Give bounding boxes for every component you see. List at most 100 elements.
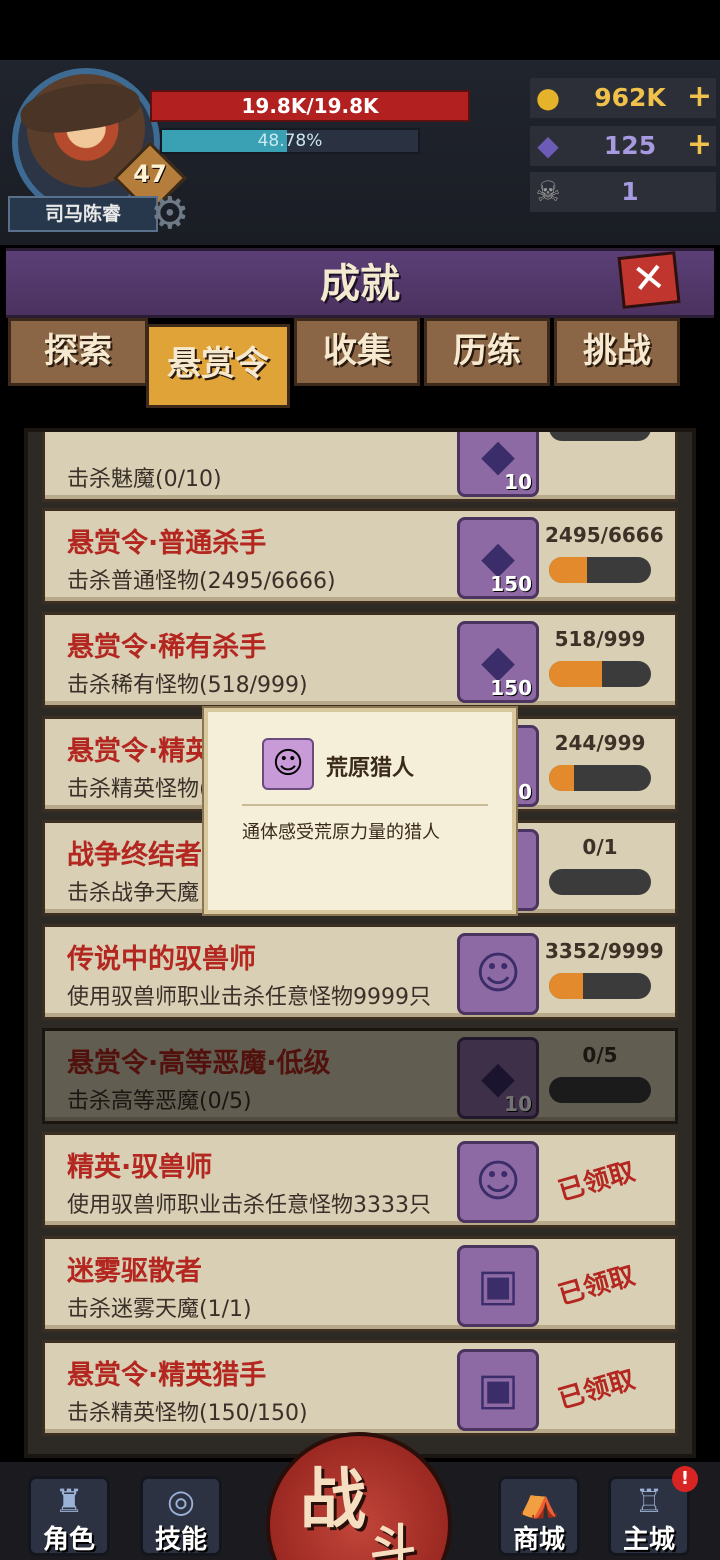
reward-box[interactable]: ▣ — [457, 1245, 539, 1327]
list-item: 悬赏令·精英猎手 击杀精英怪物(150/150) ▣ 已领取 — [42, 1340, 678, 1436]
list-item: 传说中的驭兽师 使用驭兽师职业击杀任意怪物9999只 ☺ 3352/9999 — [42, 924, 678, 1020]
list-item: 悬赏令·高等恶魔·低级 击杀高等恶魔(0/5) ◆ 10 0/5 — [42, 1028, 678, 1124]
add-gold-button[interactable]: + — [687, 78, 712, 116]
tab-training[interactable]: 历练 — [424, 318, 550, 386]
list-item: 悬赏令·稀有杀手 击杀稀有怪物(518/999) ◆ 150 518/999 — [42, 612, 678, 708]
row-title: 战争终结者 — [67, 840, 202, 871]
progress-text: 0/1 — [582, 835, 618, 859]
nav-role-button[interactable]: ♜ 角色 — [28, 1476, 110, 1556]
achievement-banner: 成就 — [6, 248, 714, 318]
row-title: 迷雾驱散者 — [67, 1256, 202, 1287]
row-title: 悬赏令·稀有杀手 — [67, 632, 267, 663]
progress-bar — [549, 1077, 651, 1103]
reward-box[interactable]: ◆ 10 — [457, 432, 539, 497]
row-desc: 击杀战争天魔 — [67, 881, 200, 906]
gold-coin-icon: ● — [535, 81, 561, 114]
row-title: 悬赏令·普通杀手 — [67, 528, 267, 559]
reward-tooltip: ☺ 荒原猎人 通体感受荒原力量的猎人 — [204, 708, 516, 914]
gold-value: 962K — [594, 83, 666, 112]
list-item: 悬赏令·普通杀手 击杀普通怪物(2495/6666) ◆ 150 2495/66… — [42, 508, 678, 604]
row-desc: 击杀魅魔(0/10) — [67, 467, 222, 492]
alert-badge: ! — [672, 1466, 698, 1492]
claimed-stamp: 已领取 — [555, 1260, 639, 1312]
gem-resource: ◆ 125 + — [530, 126, 716, 166]
progress-fill — [549, 557, 588, 583]
row-title: 精英·驭兽师 — [67, 1152, 213, 1183]
exp-text: 48.78% — [257, 131, 323, 151]
character-portrait-icon: ☺ — [475, 948, 521, 999]
progress-fill — [549, 973, 584, 999]
progress-bar — [549, 973, 651, 999]
achievement-list[interactable]: 击杀魅魔(0/10) ◆ 10 悬赏令·普通杀手 击杀普通怪物(2495/666… — [24, 428, 696, 1458]
treasure-chest-icon: ▣ — [477, 1260, 519, 1311]
row-desc: 使用驭兽师职业击杀任意怪物3333只 — [67, 1193, 431, 1218]
progress-text: 2495/6666 — [545, 523, 664, 547]
tab-bounty[interactable]: 悬赏令 — [146, 324, 290, 408]
list-item: 迷雾驱散者 击杀迷雾天魔(1/1) ▣ 已领取 — [42, 1236, 678, 1332]
claimed-stamp: 已领取 — [555, 1156, 639, 1208]
progress-bar — [549, 557, 651, 583]
tooltip-divider — [242, 804, 488, 806]
character-portrait-icon: ☺ — [262, 738, 314, 790]
nav-role-label: 角色 — [42, 1525, 95, 1555]
ram-skull-icon: ☠ — [535, 175, 561, 208]
gem-value: 125 — [603, 131, 657, 160]
reward-box[interactable]: ◆ 150 — [457, 517, 539, 599]
row-title: 悬赏令·高等恶魔·低级 — [67, 1048, 331, 1079]
close-button[interactable]: ✕ — [617, 251, 681, 309]
nav-shop-label: 商城 — [512, 1525, 565, 1555]
row-desc: 使用驭兽师职业击杀任意怪物9999只 — [67, 985, 431, 1010]
list-item: 击杀魅魔(0/10) ◆ 10 — [42, 432, 678, 502]
row-title: 悬赏令·精英 — [67, 736, 213, 767]
character-portrait-icon: ☺ — [475, 1156, 521, 1207]
exp-bar: 48.78% — [160, 128, 420, 154]
progress-bar — [549, 765, 651, 791]
window-title: 成就 — [320, 261, 400, 307]
skull-value: 1 — [621, 177, 639, 206]
tab-explore[interactable]: 探索 — [8, 318, 148, 386]
status-bar — [0, 0, 720, 60]
nav-shop-button[interactable]: ⛺ 商城 — [498, 1476, 580, 1556]
battle-label-1: 战 — [300, 1461, 366, 1538]
skull-resource: ☠ 1 — [530, 172, 716, 212]
swirl-icon: ◎ — [167, 1482, 195, 1520]
gold-resource: ● 962K + — [530, 78, 716, 118]
row-desc: 击杀普通怪物(2495/6666) — [67, 569, 336, 594]
player-name: 司马陈睿 — [8, 196, 158, 232]
progress-text: 518/999 — [554, 627, 646, 651]
row-title: 悬赏令·精英猎手 — [67, 1360, 267, 1391]
row-desc: 击杀稀有怪物(518/999) — [67, 673, 308, 698]
row-desc: 击杀高等恶魔(0/5) — [67, 1089, 252, 1114]
hp-bar: 19.8K/19.8K — [150, 90, 470, 122]
reward-box[interactable]: ◆ 150 — [457, 621, 539, 703]
row-desc: 击杀精英怪物(150/150) — [67, 1401, 308, 1426]
tab-challenge[interactable]: 挑战 — [554, 318, 680, 386]
nav-skill-label: 技能 — [154, 1525, 207, 1555]
tab-collect[interactable]: 收集 — [294, 318, 420, 386]
purple-crystal-icon: ◆ — [537, 129, 559, 162]
reward-count: 150 — [490, 676, 532, 700]
reward-count: 10 — [504, 1092, 532, 1116]
player-level: 47 — [133, 160, 167, 188]
row-desc: 击杀精英怪物( — [67, 777, 208, 802]
progress-fill — [549, 661, 602, 687]
progress-fill — [549, 765, 574, 791]
list-item: 精英·驭兽师 使用驭兽师职业击杀任意怪物3333只 ☺ 已领取 — [42, 1132, 678, 1228]
progress-bar — [549, 869, 651, 895]
reward-box[interactable]: ☺ — [457, 1141, 539, 1223]
tooltip-desc: 通体感受荒原力量的猎人 — [242, 822, 440, 843]
helmet-icon: ♜ — [54, 1482, 84, 1520]
reward-box[interactable]: ▣ — [457, 1349, 539, 1431]
reward-count: 10 — [504, 470, 532, 494]
reward-box[interactable]: ☺ — [457, 933, 539, 1015]
reward-count: 150 — [490, 572, 532, 596]
gear-icon[interactable]: ⚙ — [150, 192, 194, 236]
row-title: 传说中的驭兽师 — [67, 944, 256, 975]
progress-text: 3352/9999 — [545, 939, 664, 963]
add-gem-button[interactable]: + — [687, 126, 712, 164]
reward-box[interactable]: ◆ 10 — [457, 1037, 539, 1119]
nav-skill-button[interactable]: ◎ 技能 — [140, 1476, 222, 1556]
progress-bar — [549, 432, 651, 441]
tent-icon: ⛺ — [519, 1482, 559, 1520]
row-desc: 击杀迷雾天魔(1/1) — [67, 1297, 252, 1322]
